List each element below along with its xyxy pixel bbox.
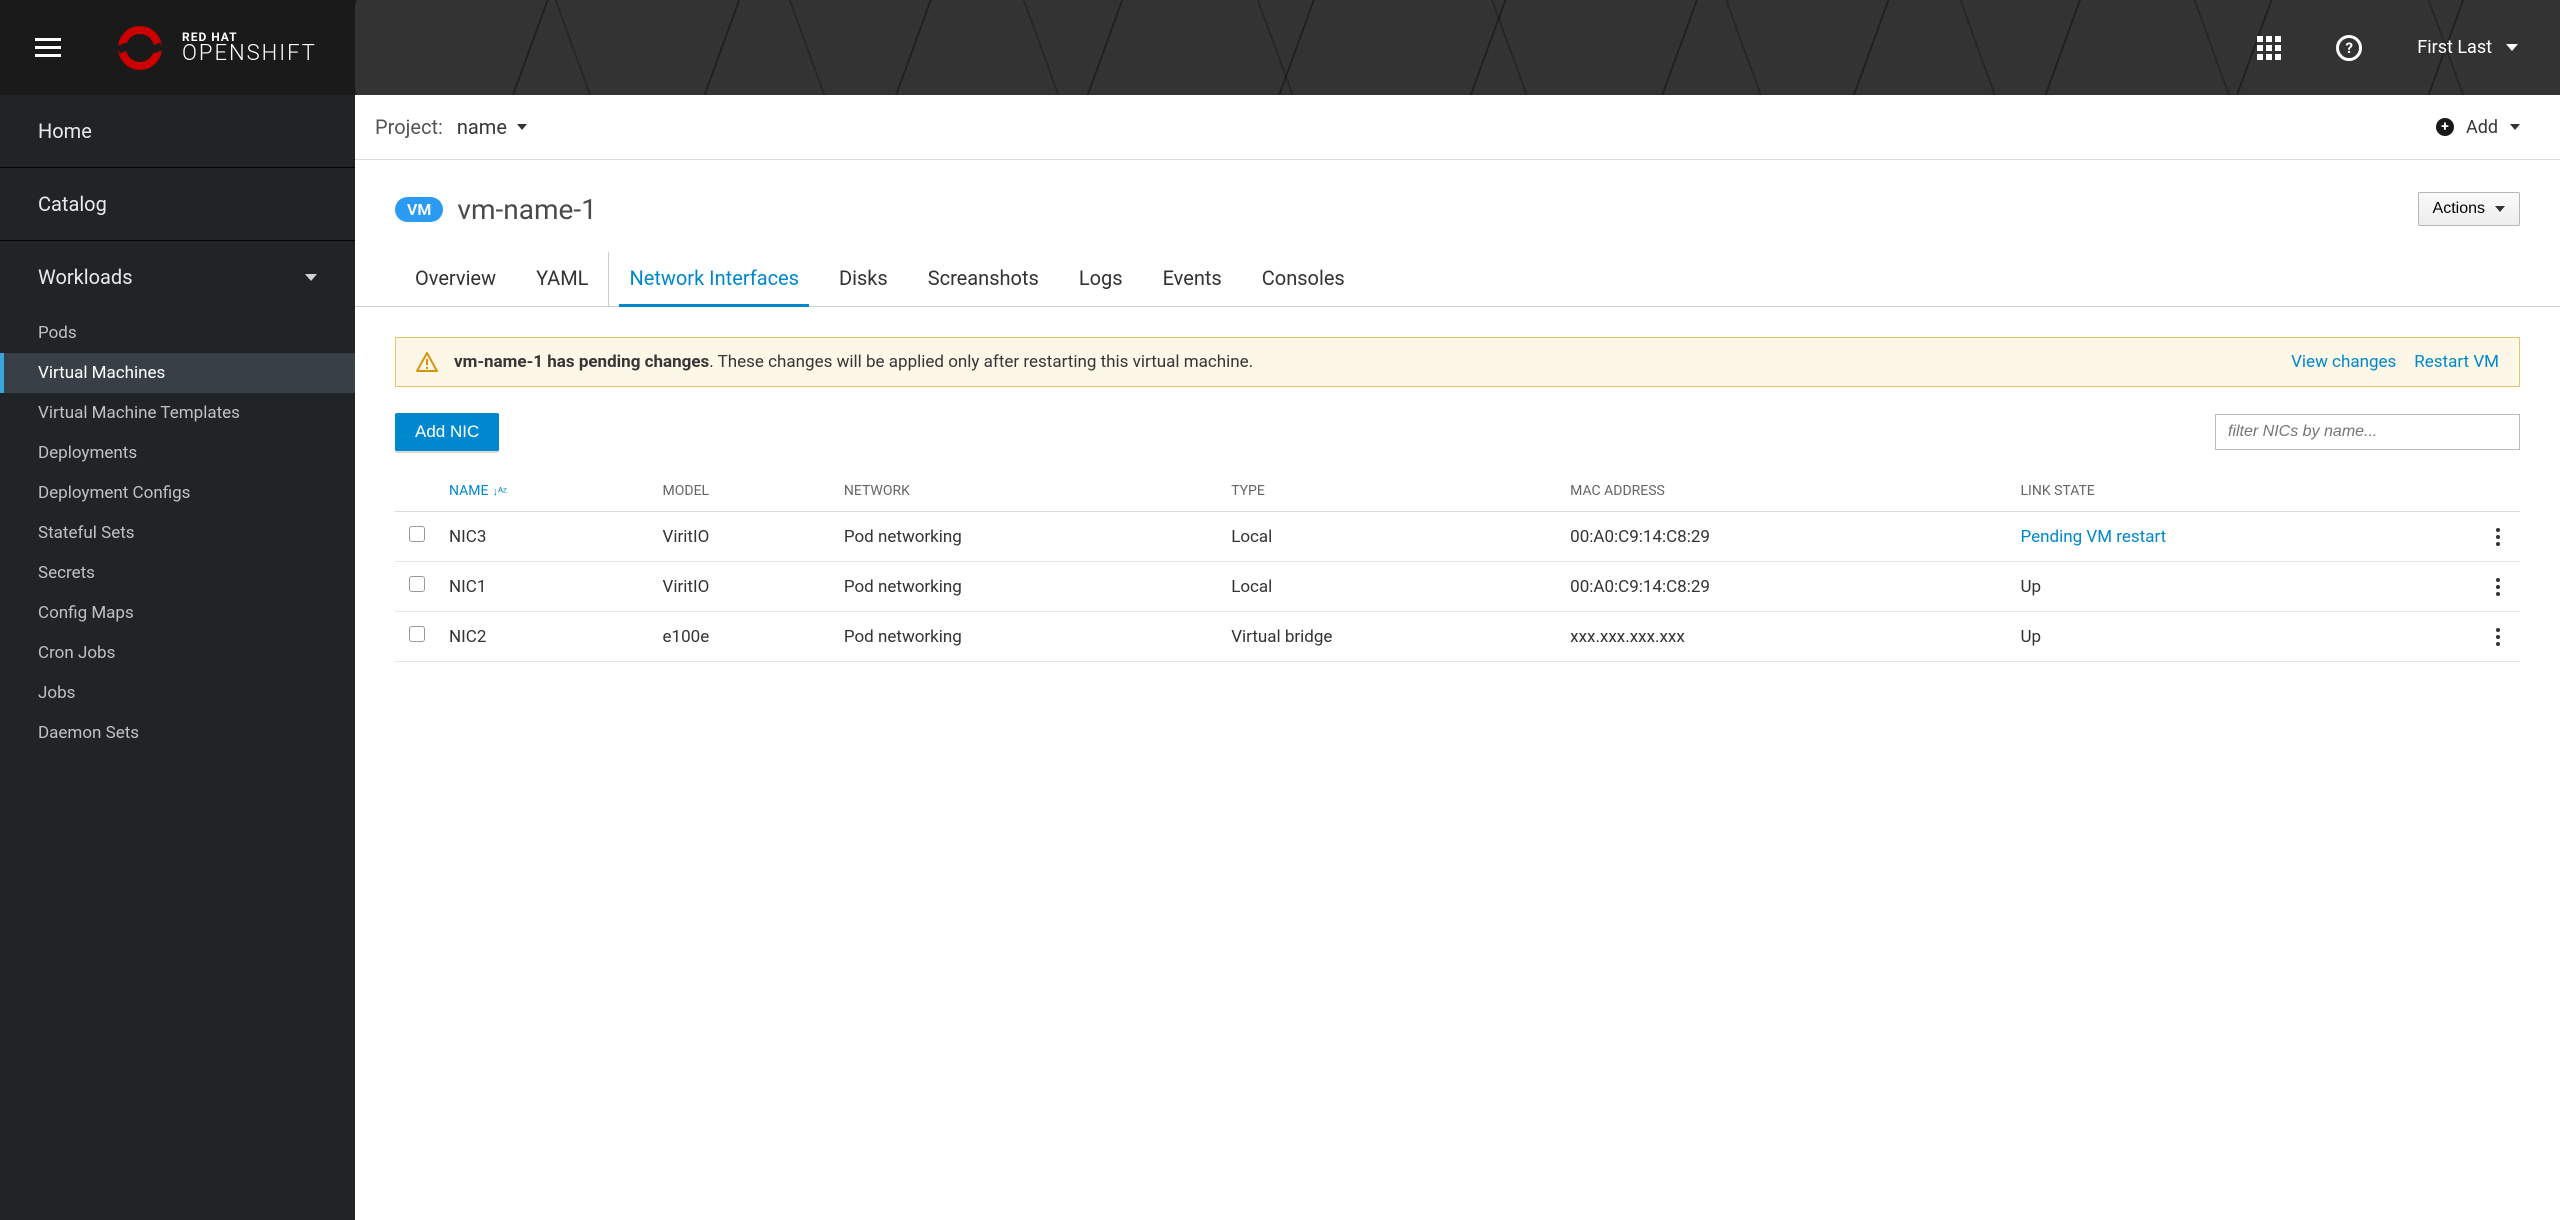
row-checkbox[interactable] [409,576,425,592]
cell-model: e100e [655,612,836,662]
table-row: NIC1ViritIOPod networkingLocal00:A0:C9:1… [395,562,2520,612]
cell-name: NIC1 [441,562,655,612]
chevron-down-icon [517,124,527,130]
warning-icon [416,352,438,372]
row-kebab-menu[interactable] [2488,578,2508,596]
cell-mac: 00:A0:C9:14:C8:29 [1562,562,2012,612]
cell-model: ViritIO [655,562,836,612]
vm-badge: VM [395,197,443,222]
project-label: Project: [375,115,443,139]
cell-link: Up [2012,562,2480,612]
chevron-down-icon [2495,206,2505,212]
page-title: vm-name-1 [457,193,596,226]
row-kebab-menu[interactable] [2488,628,2508,646]
pending-changes-alert: vm-name-1 has pending changes. These cha… [395,337,2520,387]
tab-overview[interactable]: Overview [395,252,516,306]
help-icon[interactable]: ? [2336,35,2362,61]
tab-screanshots[interactable]: Screanshots [908,252,1059,306]
col-type[interactable]: TYPE [1223,473,1562,512]
sidebar-catalog[interactable]: Catalog [0,168,355,240]
cell-mac: 00:A0:C9:14:C8:29 [1562,512,2012,562]
project-selector[interactable]: name [457,115,527,139]
filter-nics-input[interactable] [2215,414,2520,450]
tab-consoles[interactable]: Consoles [1242,252,1365,306]
cell-network: Pod networking [836,512,1223,562]
alert-text: vm-name-1 has pending changes. These cha… [454,352,1253,372]
cell-link: Up [2012,612,2480,662]
brand-line2: OPENSHIFT [182,43,317,65]
add-nic-button[interactable]: Add NIC [395,413,499,451]
view-changes-link[interactable]: View changes [2291,352,2396,372]
chevron-down-icon [2510,124,2520,130]
hamburger-menu[interactable] [35,38,61,57]
row-checkbox[interactable] [409,626,425,642]
cell-network: Pod networking [836,562,1223,612]
row-checkbox[interactable] [409,526,425,542]
sort-icon: ↓ᴬᶻ [492,485,506,498]
tab-yaml[interactable]: YAML [516,252,609,306]
sidebar: Home Catalog Workloads PodsVirtual Machi… [0,95,355,1220]
col-mac[interactable]: MAC ADDRESS [1562,473,2012,512]
add-button[interactable]: + Add [2436,117,2520,138]
user-name: First Last [2417,37,2492,58]
openshift-icon [116,24,164,72]
cell-name: NIC2 [441,612,655,662]
sidebar-item-cron-jobs[interactable]: Cron Jobs [0,633,355,673]
tab-network-interfaces[interactable]: Network Interfaces [609,252,819,306]
cell-type: Local [1223,512,1562,562]
col-name[interactable]: NAME↓ᴬᶻ [441,473,655,512]
col-network[interactable]: NETWORK [836,473,1223,512]
sidebar-workloads[interactable]: Workloads [0,241,355,313]
sidebar-item-secrets[interactable]: Secrets [0,553,355,593]
sidebar-item-deployment-configs[interactable]: Deployment Configs [0,473,355,513]
chevron-down-icon [2506,44,2518,51]
sidebar-item-daemon-sets[interactable]: Daemon Sets [0,713,355,753]
nics-table: NAME↓ᴬᶻ MODEL NETWORK TYPE MAC ADDRESS L… [395,473,2520,662]
cell-type: Local [1223,562,1562,612]
cell-network: Pod networking [836,612,1223,662]
cell-model: ViritIO [655,512,836,562]
sidebar-item-jobs[interactable]: Jobs [0,673,355,713]
cell-link: Pending VM restart [2012,512,2480,562]
col-link[interactable]: LINK STATE [2012,473,2480,512]
sidebar-home[interactable]: Home [0,95,355,167]
plus-circle-icon: + [2436,118,2454,136]
brand-logo: RED HAT OPENSHIFT [116,24,317,72]
actions-button[interactable]: Actions [2418,192,2520,226]
sidebar-item-virtual-machines[interactable]: Virtual Machines [0,353,355,393]
cell-type: Virtual bridge [1223,612,1562,662]
user-menu[interactable]: First Last [2417,37,2518,58]
table-row: NIC2e100ePod networkingVirtual bridgexxx… [395,612,2520,662]
cell-mac: xxx.xxx.xxx.xxx [1562,612,2012,662]
restart-vm-link[interactable]: Restart VM [2414,352,2499,372]
sidebar-item-stateful-sets[interactable]: Stateful Sets [0,513,355,553]
row-kebab-menu[interactable] [2488,528,2508,546]
tab-logs[interactable]: Logs [1059,252,1143,306]
cell-name: NIC3 [441,512,655,562]
sidebar-item-virtual-machine-templates[interactable]: Virtual Machine Templates [0,393,355,433]
col-model[interactable]: MODEL [655,473,836,512]
sidebar-item-pods[interactable]: Pods [0,313,355,353]
app-launcher-icon[interactable] [2257,36,2281,60]
sidebar-item-deployments[interactable]: Deployments [0,433,355,473]
tab-disks[interactable]: Disks [819,252,908,306]
chevron-down-icon [305,274,317,281]
table-row: NIC3ViritIOPod networkingLocal00:A0:C9:1… [395,512,2520,562]
tab-events[interactable]: Events [1143,252,1242,306]
sidebar-item-config-maps[interactable]: Config Maps [0,593,355,633]
